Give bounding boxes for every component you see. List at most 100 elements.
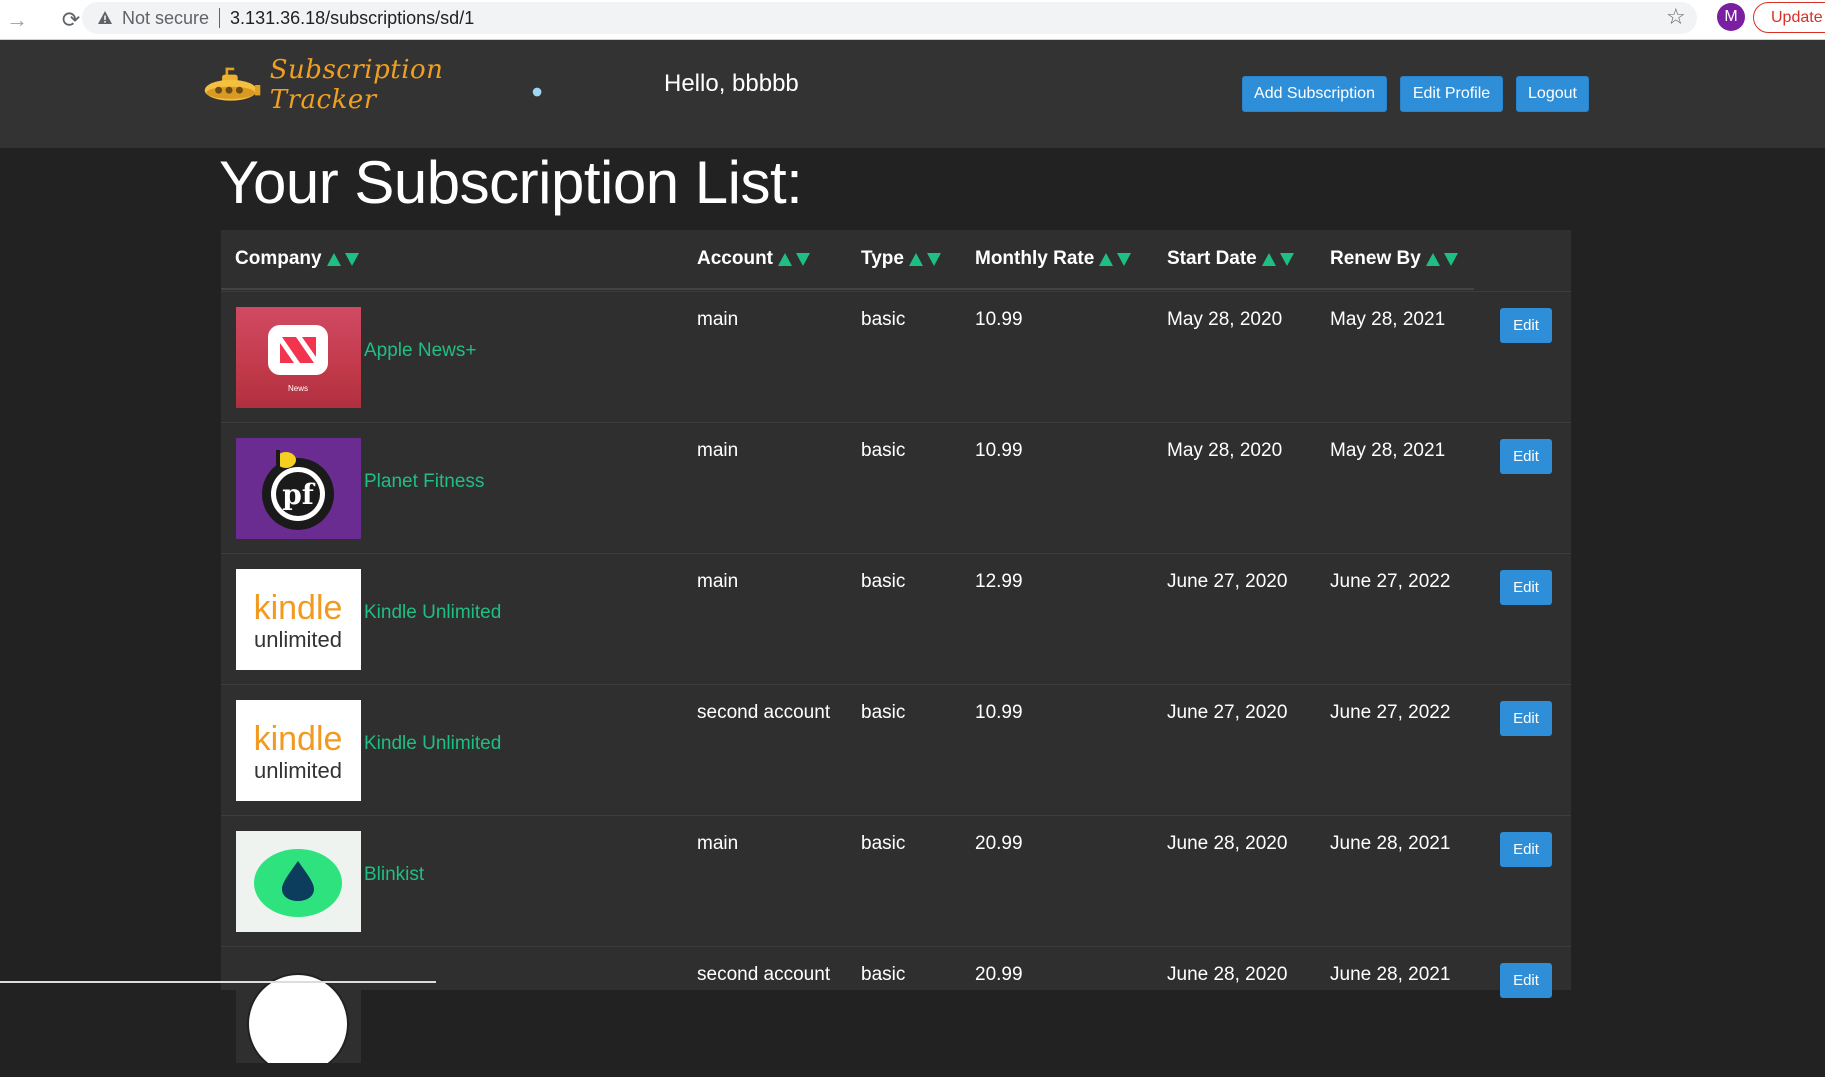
type-cell: basic bbox=[861, 571, 906, 592]
svg-text:kindle: kindle bbox=[254, 720, 343, 758]
not-secure-label: Not secure bbox=[122, 7, 210, 28]
sort-arrows-icon[interactable] bbox=[778, 252, 810, 266]
sort-arrows-icon[interactable] bbox=[908, 252, 941, 266]
address-bar[interactable]: Not secure 3.131.36.18/subscriptions/sd/… bbox=[82, 2, 1697, 34]
blinkist-logo bbox=[236, 831, 361, 932]
sort-arrows-icon[interactable] bbox=[1099, 252, 1132, 266]
start-date-cell: May 28, 2020 bbox=[1167, 309, 1283, 330]
kindle-icon: kindle unlimited bbox=[254, 720, 343, 783]
table-row: kindle unlimited Kindle Unlimited second… bbox=[221, 684, 1571, 815]
svg-text:unlimited: unlimited bbox=[254, 758, 342, 783]
type-cell: basic bbox=[861, 702, 906, 723]
rate-cell: 20.99 bbox=[975, 833, 1023, 854]
logout-button[interactable]: Logout bbox=[1516, 76, 1589, 112]
rate-cell: 10.99 bbox=[975, 309, 1023, 330]
svg-text:unlimited: unlimited bbox=[254, 627, 342, 652]
edit-button[interactable]: Edit bbox=[1500, 701, 1552, 736]
company-link[interactable]: Kindle Unlimited bbox=[364, 602, 501, 624]
url-text[interactable]: 3.131.36.18/subscriptions/sd/1 bbox=[230, 8, 474, 29]
account-cell: main bbox=[697, 309, 739, 330]
renew-date-cell: June 27, 2022 bbox=[1330, 571, 1451, 592]
site-logo[interactable]: Subscription Tracker bbox=[203, 55, 543, 115]
edit-button[interactable]: Edit bbox=[1500, 963, 1552, 998]
start-date-cell: June 27, 2020 bbox=[1167, 702, 1288, 723]
apple-news-icon: News bbox=[268, 325, 328, 393]
add-subscription-button[interactable]: Add Subscription bbox=[1242, 76, 1387, 112]
profile-avatar[interactable]: M bbox=[1717, 3, 1745, 31]
rate-cell: 12.99 bbox=[975, 571, 1023, 592]
start-date-cell: June 27, 2020 bbox=[1167, 571, 1288, 592]
sort-arrows-icon[interactable] bbox=[1425, 252, 1458, 266]
header-start-date-label: Start Date bbox=[1167, 248, 1257, 269]
renew-date-cell: May 28, 2021 bbox=[1330, 309, 1446, 330]
svg-text:pf: pf bbox=[282, 478, 316, 511]
table-row: second account basic 20.99 June 28, 2020… bbox=[221, 946, 1571, 1077]
back-arrow-icon[interactable]: → bbox=[0, 3, 34, 37]
start-date-cell: June 28, 2020 bbox=[1167, 833, 1288, 854]
company-link[interactable]: Blinkist bbox=[364, 864, 424, 886]
renew-date-cell: May 28, 2021 bbox=[1330, 440, 1446, 461]
account-cell: second account bbox=[697, 702, 831, 723]
subscription-table: Company Account Type Monthly Rate Start … bbox=[221, 230, 1571, 1063]
page-title: Your Subscription List: bbox=[219, 149, 803, 216]
bubble-icon bbox=[532, 87, 542, 97]
type-cell: basic bbox=[861, 833, 906, 854]
planet-fitness-logo: pf bbox=[236, 438, 361, 539]
browser-toolbar: → ⟳ Not secure 3.131.36.18/subscriptions… bbox=[0, 0, 1825, 40]
kindle-unlimited-logo: kindle unlimited bbox=[236, 569, 361, 670]
account-cell: main bbox=[697, 440, 739, 461]
header-account[interactable]: Account bbox=[697, 248, 810, 270]
planet-fitness-icon: pf bbox=[262, 450, 334, 530]
header-renew-by[interactable]: Renew By bbox=[1330, 248, 1458, 270]
header-monthly-rate-label: Monthly Rate bbox=[975, 248, 1095, 269]
submarine-icon bbox=[204, 67, 261, 101]
renew-date-cell: June 27, 2022 bbox=[1330, 702, 1451, 723]
header-type-label: Type bbox=[861, 248, 904, 269]
table-row: Blinkist main basic 20.99 June 28, 2020 … bbox=[221, 815, 1571, 946]
edit-button[interactable]: Edit bbox=[1500, 439, 1552, 474]
rate-cell: 10.99 bbox=[975, 440, 1023, 461]
circle-logo-icon bbox=[247, 973, 349, 1063]
table-header: Company Account Type Monthly Rate Start … bbox=[221, 230, 1474, 290]
table-row: News Apple News+ main basic 10.99 May 28… bbox=[221, 291, 1571, 422]
partial-company-logo bbox=[236, 962, 361, 1063]
edit-button[interactable]: Edit bbox=[1500, 832, 1552, 867]
edit-button[interactable]: Edit bbox=[1500, 570, 1552, 605]
table-row: kindle unlimited Kindle Unlimited main b… bbox=[221, 553, 1571, 684]
apple-news-logo: News bbox=[236, 307, 361, 408]
rate-cell: 10.99 bbox=[975, 702, 1023, 723]
header-account-label: Account bbox=[697, 248, 773, 269]
header-type[interactable]: Type bbox=[861, 248, 941, 270]
header-monthly-rate[interactable]: Monthly Rate bbox=[975, 248, 1132, 270]
logo-text: Subscription Tracker bbox=[269, 55, 444, 115]
edit-button[interactable]: Edit bbox=[1500, 308, 1552, 343]
table-row: pf Planet Fitness main basic 10.99 May 2… bbox=[221, 422, 1571, 553]
sort-arrows-icon[interactable] bbox=[1261, 252, 1294, 266]
header-renew-by-label: Renew By bbox=[1330, 248, 1421, 269]
warning-icon bbox=[96, 9, 114, 27]
url-separator bbox=[219, 8, 221, 28]
account-cell: main bbox=[697, 571, 739, 592]
site-navbar: Subscription Tracker Hello, bbbbb Add Su… bbox=[0, 40, 1825, 148]
browser-update-button[interactable]: Update bbox=[1753, 2, 1825, 33]
bookmark-star-icon[interactable]: ☆ bbox=[1666, 4, 1686, 30]
company-link[interactable]: Planet Fitness bbox=[364, 471, 484, 493]
sort-arrows-icon[interactable] bbox=[326, 252, 359, 266]
header-company-label: Company bbox=[235, 248, 322, 269]
svg-text:News: News bbox=[288, 384, 308, 393]
type-cell: basic bbox=[861, 309, 906, 330]
blinkist-icon bbox=[254, 849, 342, 917]
kindle-icon: kindle unlimited bbox=[254, 589, 343, 652]
company-link[interactable]: Apple News+ bbox=[364, 340, 476, 362]
account-cell: main bbox=[697, 833, 739, 854]
company-link[interactable]: Kindle Unlimited bbox=[364, 733, 501, 755]
edit-profile-button[interactable]: Edit Profile bbox=[1400, 76, 1503, 112]
header-start-date[interactable]: Start Date bbox=[1167, 248, 1294, 270]
greeting-text: Hello, bbbbb bbox=[664, 70, 799, 97]
header-company[interactable]: Company bbox=[235, 248, 359, 270]
renew-date-cell: June 28, 2021 bbox=[1330, 833, 1451, 854]
start-date-cell: May 28, 2020 bbox=[1167, 440, 1283, 461]
type-cell: basic bbox=[861, 440, 906, 461]
kindle-unlimited-logo: kindle unlimited bbox=[236, 700, 361, 801]
svg-text:kindle: kindle bbox=[254, 589, 343, 627]
